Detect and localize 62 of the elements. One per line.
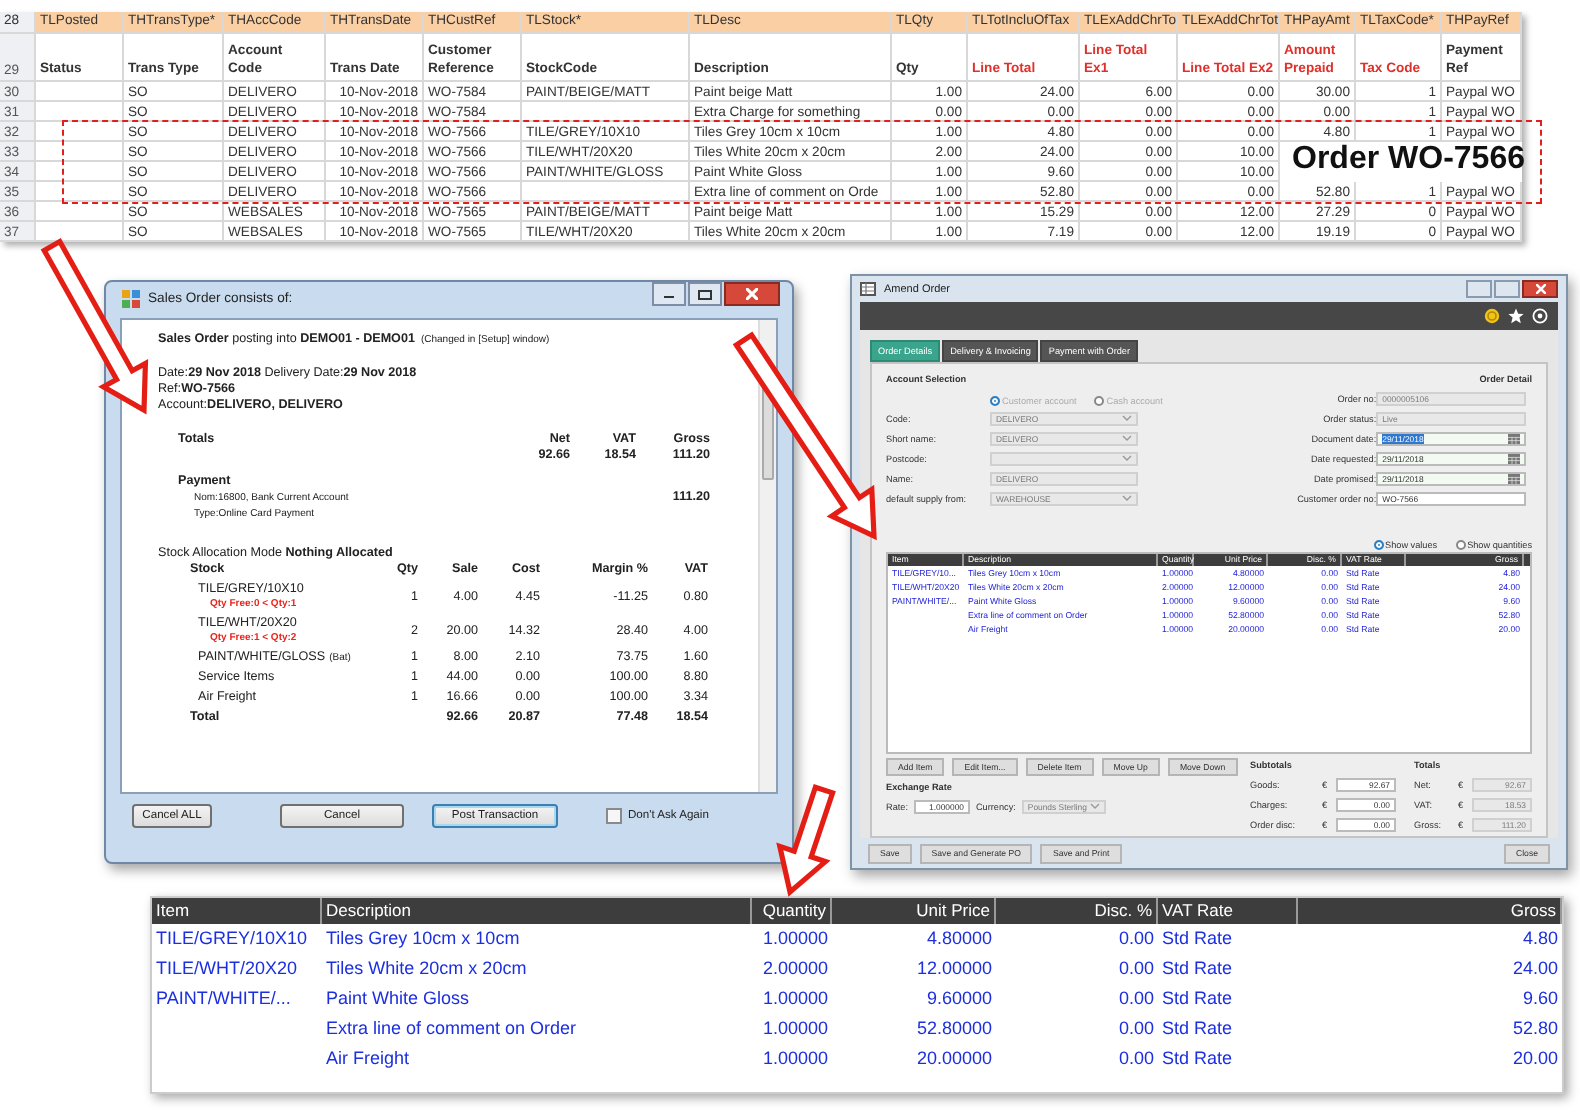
help-icon <box>1532 308 1548 324</box>
grid-cell-text: Air Freight <box>324 1046 412 1072</box>
grid-cell-text: Tiles White 20cm x 20cm <box>324 956 529 982</box>
grid-cell-text: 1.00000 <box>760 926 830 952</box>
grid-cell-text: 9.60 <box>1520 986 1560 1012</box>
grid-cell-text: 1.00000 <box>760 986 830 1012</box>
grid-cell-text: 9.60000 <box>924 986 994 1012</box>
calendar-icon <box>1508 473 1521 483</box>
grid-cell-text: Tiles Grey 10cm x 10cm <box>324 926 522 952</box>
grid-cell-text: 0.00 <box>1116 1016 1156 1042</box>
column-header[interactable]: Disc. % <box>996 898 1158 924</box>
scrollbar[interactable] <box>758 320 776 792</box>
callout-label: Order WO-7566 <box>1292 140 1525 180</box>
checkbox[interactable] <box>606 808 622 824</box>
grid-cell-text: TILE/WHT/20X20 <box>154 956 300 982</box>
grid-cell-text: Std Rate <box>1160 986 1235 1012</box>
grid-cell-text: 24.00 <box>1510 956 1560 982</box>
grid-cell-text: Extra line of comment on Order <box>324 1016 579 1042</box>
column-header[interactable]: Gross <box>1298 898 1562 924</box>
grid-cell-text: 0.00 <box>1116 956 1156 982</box>
close-button[interactable] <box>1522 280 1558 298</box>
minimize-button[interactable] <box>652 282 686 306</box>
grid-cell-text: 4.80000 <box>924 926 994 952</box>
grid-cell-text: 1.00000 <box>760 1016 830 1042</box>
close-icon <box>1535 284 1545 294</box>
grid-cell-text: 20.00000 <box>914 1046 994 1072</box>
grid-cell-text: 0.00 <box>1116 926 1156 952</box>
coin-icon <box>1484 308 1500 324</box>
column-header[interactable]: Item <box>152 898 322 924</box>
grid-cell-text: 0.00 <box>1116 1046 1156 1072</box>
grid-cell-text: 2.00000 <box>760 956 830 982</box>
close-icon <box>746 288 758 300</box>
grid-cell-text: Std Rate <box>1160 956 1235 982</box>
maximize-button[interactable] <box>688 282 722 306</box>
caret-icon <box>1122 434 1132 442</box>
grid-cell-text: 4.80 <box>1520 926 1560 952</box>
caret-icon <box>1089 802 1100 810</box>
grid-cell-text: 52.80 <box>1510 1016 1560 1042</box>
star-icon <box>1508 308 1524 324</box>
grid-cell-text: 12.00000 <box>914 956 994 982</box>
column-header[interactable]: Description <box>322 898 752 924</box>
calendar-icon <box>1508 453 1521 463</box>
grid-cell-text: Std Rate <box>1160 926 1235 952</box>
window-icon <box>860 282 876 296</box>
grid-cell-text: Paint White Gloss <box>324 986 472 1012</box>
column-header[interactable]: Quantity <box>752 898 832 924</box>
grid-cell-text: TILE/GREY/10X10 <box>154 926 310 952</box>
column-header[interactable]: Unit Price <box>832 898 996 924</box>
caret-icon <box>1122 414 1132 422</box>
close-button[interactable] <box>724 282 780 306</box>
grid-cell-text: Std Rate <box>1160 1016 1235 1042</box>
calendar-icon <box>1508 433 1521 443</box>
caret-icon <box>1122 454 1132 462</box>
grid-cell-text: 52.80000 <box>914 1016 994 1042</box>
column-header[interactable]: VAT Rate <box>1158 898 1298 924</box>
grid-cell-text: 1.00000 <box>760 1046 830 1072</box>
app-icon <box>122 289 140 307</box>
caret-icon <box>1122 494 1132 502</box>
grid-cell-text: PAINT/WHITE/... <box>154 986 293 1012</box>
grid-cell-text: Std Rate <box>1160 1046 1235 1072</box>
grid-cell-text: 0.00 <box>1116 986 1156 1012</box>
grid-cell-text: 20.00 <box>1510 1046 1560 1072</box>
